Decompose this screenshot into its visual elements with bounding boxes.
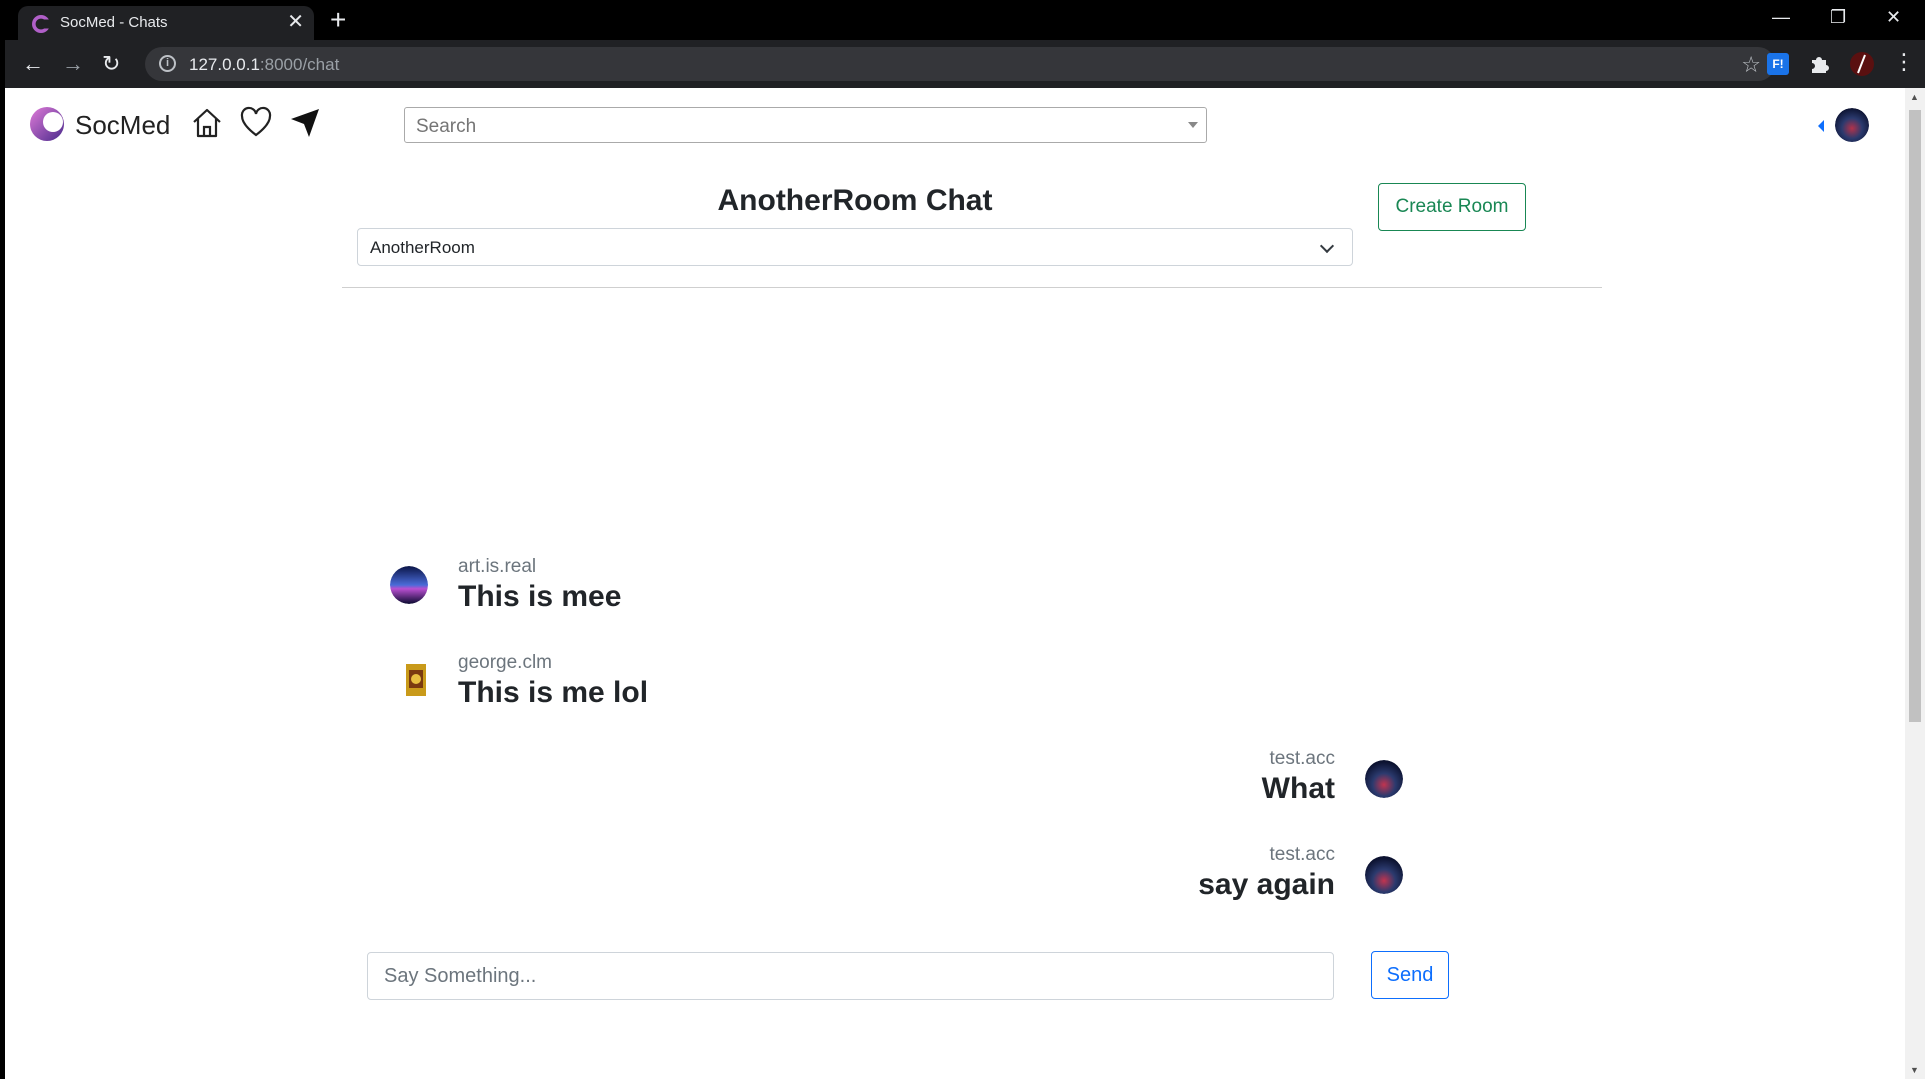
avatar [406, 664, 426, 696]
tab-title: SocMed - Chats [60, 14, 168, 31]
avatar [1365, 760, 1403, 798]
message-text: This is mee [458, 580, 622, 613]
scroll-down-icon[interactable]: ▼ [1910, 1065, 1919, 1075]
user-avatar[interactable] [1835, 108, 1869, 142]
chat-message: art.is.real This is mee [458, 556, 621, 614]
socmed-logo-icon [30, 107, 64, 141]
window-close-button[interactable]: ✕ [1886, 4, 1901, 30]
site-info-icon[interactable]: i [159, 55, 176, 72]
room-select[interactable]: AnotherRoom [357, 228, 1353, 266]
extension-badge-icon[interactable]: F! [1767, 53, 1789, 75]
restore-button[interactable]: ❐ [1830, 4, 1846, 30]
message-text: What [1261, 772, 1335, 805]
heart-icon[interactable] [239, 106, 273, 140]
back-button[interactable]: ← [22, 52, 44, 76]
message-username: art.is.real [458, 556, 537, 577]
reload-button[interactable]: ↻ [102, 52, 120, 76]
url-host: 127.0.0.1 [189, 55, 260, 74]
divider [342, 287, 1602, 288]
message-input[interactable] [367, 952, 1334, 1000]
chevron-down-icon [1319, 238, 1335, 254]
room-select-value: AnotherRoom [370, 238, 475, 257]
minimize-button[interactable]: — [1772, 4, 1790, 30]
browser-titlebar: SocMed - Chats ✕ + — ❐ ✕ [0, 0, 1925, 40]
user-menu-caret-icon[interactable] [1818, 120, 1824, 132]
page: SocMed Search AnotherRoom Chat AnotherRo… [5, 88, 1905, 1079]
profile-avatar-icon[interactable] [1849, 51, 1875, 77]
scroll-up-icon[interactable]: ▲ [1910, 92, 1919, 102]
send-button[interactable]: Send [1371, 951, 1449, 999]
create-room-button[interactable]: Create Room [1378, 183, 1526, 231]
browser-tab[interactable]: SocMed - Chats ✕ [18, 6, 314, 40]
chat-message: test.acc say again [1198, 844, 1335, 902]
page-scrollbar[interactable]: ▲ ▼ [1905, 88, 1925, 1079]
scroll-thumb[interactable] [1909, 110, 1921, 722]
send-icon[interactable] [288, 106, 322, 140]
tab-close-icon[interactable]: ✕ [287, 11, 304, 33]
bookmark-star-icon[interactable]: ☆ [1741, 52, 1761, 78]
browser-toolbar: ← → ↻ i 127.0.0.1:8000/chat ☆ F! ⋮ [5, 40, 1925, 88]
room-title: AnotherRoom Chat [717, 184, 993, 217]
browser-menu-icon[interactable]: ⋮ [1893, 49, 1915, 75]
socmed-favicon-icon [32, 15, 50, 33]
search-caret-icon [1188, 122, 1198, 128]
home-icon[interactable] [190, 106, 224, 140]
message-username: test.acc [1269, 844, 1335, 865]
new-tab-button[interactable]: + [330, 6, 346, 34]
message-text: say again [1198, 868, 1335, 901]
avatar [1365, 856, 1403, 894]
message-username: test.acc [1269, 748, 1335, 769]
address-bar[interactable]: i 127.0.0.1:8000/chat ☆ [145, 47, 1775, 81]
forward-button[interactable]: → [62, 52, 84, 76]
extensions-puzzle-icon[interactable] [1808, 53, 1830, 75]
message-username: george.clm [458, 652, 552, 673]
url-path: :8000/chat [259, 55, 340, 74]
search-select[interactable]: Search [404, 107, 1207, 143]
search-placeholder: Search [416, 116, 477, 137]
brand-name: SocMed [75, 110, 171, 140]
chat-message: george.clm This is me lol [458, 652, 648, 710]
message-text: This is me lol [458, 676, 649, 709]
avatar [390, 566, 428, 604]
url-text: 127.0.0.1:8000/chat [189, 55, 339, 75]
chat-message: test.acc What [1262, 748, 1335, 806]
